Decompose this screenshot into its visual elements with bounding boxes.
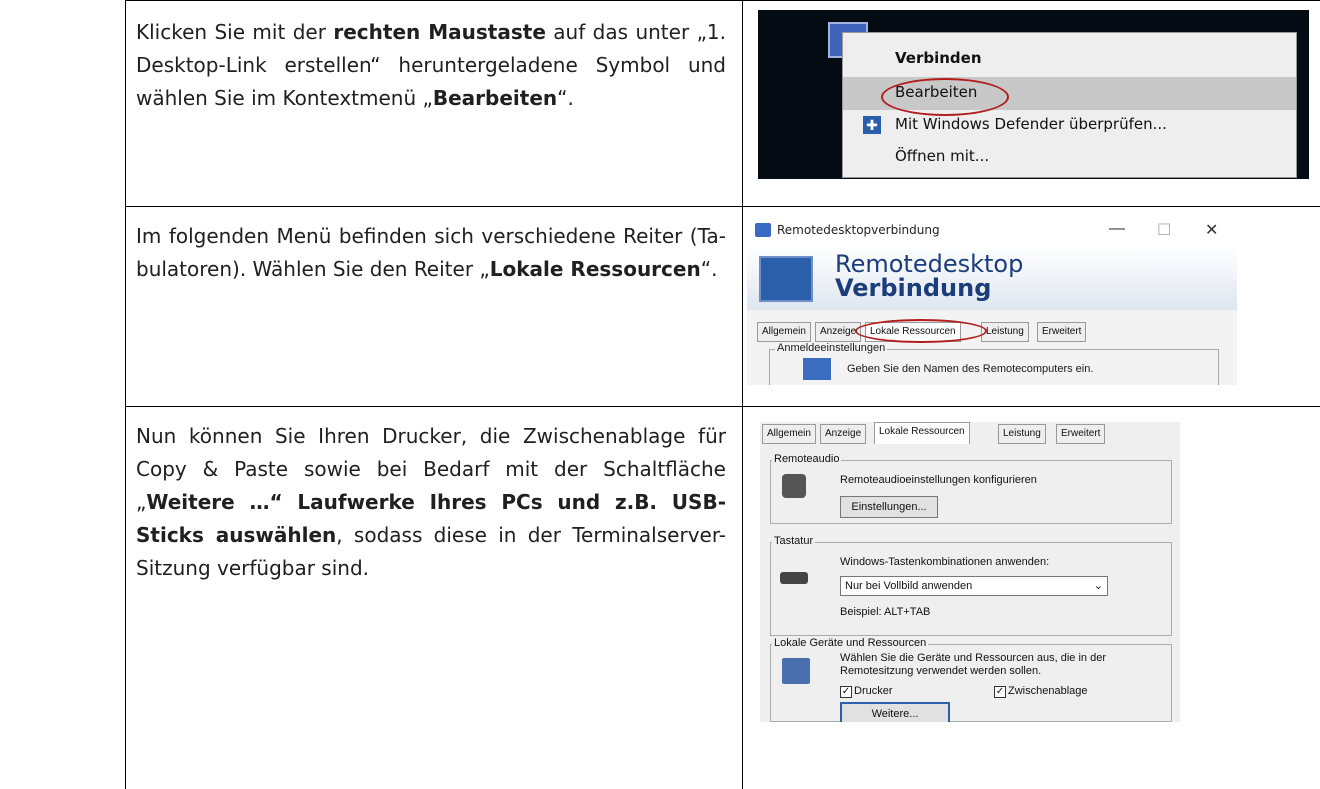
- tab-advanced[interactable]: Erweitert: [1037, 322, 1087, 342]
- printer-icon: [782, 658, 810, 684]
- highlight-circle: [881, 78, 1009, 116]
- banner-title-line2: Verbindung: [835, 274, 992, 302]
- menu-item-connect[interactable]: Verbinden: [895, 49, 982, 67]
- table-border-row1: [125, 206, 1320, 207]
- computer-icon: [803, 358, 831, 380]
- devices-text-line1: Wählen Sie die Geräte und Ressourcen aus…: [840, 652, 1106, 664]
- tab-advanced[interactable]: Erweitert: [1056, 424, 1106, 444]
- chevron-down-icon: ⌄: [1093, 580, 1103, 592]
- audio-settings-button[interactable]: Einstellungen...: [840, 496, 938, 518]
- table-border-middle: [742, 0, 743, 789]
- speaker-icon: [782, 474, 806, 498]
- table-border-left: [125, 0, 126, 789]
- keyboard-group-label: Tastatur: [772, 535, 816, 547]
- tab-general[interactable]: Allgemein: [762, 424, 816, 444]
- instruction-step-2: Im folgenden Menü befinden sich verschie…: [136, 224, 726, 281]
- shield-icon: ✚: [863, 116, 881, 134]
- audio-text: Remoteaudioeinstellungen konfigurieren: [840, 474, 1037, 486]
- devices-group-label: Lokale Geräte und Ressourcen: [772, 637, 929, 649]
- more-button[interactable]: Weitere...: [840, 702, 950, 722]
- table-border-top: [125, 0, 1320, 1]
- clipboard-label: Zwischenablage: [1008, 685, 1088, 697]
- audio-group-label: Remoteaudio: [772, 453, 842, 465]
- table-border-row2: [125, 406, 1320, 407]
- emphasis-local-resources: Lokale Ressourcen: [489, 257, 701, 281]
- emphasis-right-click: rechten Maustaste: [333, 20, 546, 44]
- printer-label: Drucker: [854, 685, 893, 697]
- app-icon: [755, 223, 771, 237]
- highlight-circle: [855, 319, 987, 343]
- tab-display[interactable]: Anzeige: [815, 322, 862, 342]
- keyboard-shortcut-select[interactable]: Nur bei Vollbild anwenden ⌄: [840, 576, 1108, 596]
- tab-local-resources[interactable]: Lokale Ressourcen: [874, 422, 970, 444]
- tab-performance[interactable]: Leistung: [998, 424, 1046, 444]
- clipboard-checkbox[interactable]: ✓: [994, 686, 1006, 698]
- window-titlebar: Remotedesktopverbindung — ☐ ✕: [747, 218, 1237, 246]
- context-menu: Verbinden Bearbeiten ✚ Mit Windows Defen…: [842, 32, 1297, 178]
- context-menu-screenshot: Verbinden Bearbeiten ✚ Mit Windows Defen…: [758, 10, 1309, 179]
- keyboard-example: Beispiel: ALT+TAB: [840, 606, 931, 618]
- menu-item-defender-scan[interactable]: Mit Windows Defender überprüfen...: [895, 115, 1167, 133]
- tab-performance[interactable]: Leistung: [981, 322, 1029, 342]
- keyboard-icon: [780, 572, 808, 584]
- monitor-icon: [759, 256, 813, 302]
- instruction-step-1: Klicken Sie mit der rechten Maustaste au…: [136, 20, 727, 110]
- audio-group: [770, 460, 1172, 524]
- remote-desktop-screenshot: Remotedesktopverbindung — ☐ ✕ Remotedesk…: [747, 218, 1237, 385]
- printer-checkbox[interactable]: ✓: [840, 686, 852, 698]
- local-resources-screenshot: Allgemein Anzeige Lokale Ressourcen Leis…: [760, 422, 1180, 722]
- emphasis-edit: Bearbeiten: [432, 86, 558, 110]
- window-title: Remotedesktopverbindung: [777, 223, 940, 237]
- tab-display[interactable]: Anzeige: [820, 424, 867, 444]
- keyboard-text: Windows-Tastenkombinationen anwenden:: [840, 556, 1050, 568]
- login-settings-text: Geben Sie den Namen des Remotecomputers …: [847, 363, 1094, 375]
- menu-item-open-with[interactable]: Öffnen mit...: [895, 147, 989, 165]
- login-settings-label: Anmeldeeinstellungen: [775, 342, 888, 354]
- close-icon[interactable]: ✕: [1205, 220, 1218, 240]
- tab-general[interactable]: Allgemein: [757, 322, 811, 342]
- instruction-step-3: Nun können Sie Ihren Drucker, die Zwisch…: [136, 424, 726, 580]
- devices-text-line2: Remotesitzung verwendet werden sollen.: [840, 665, 1042, 677]
- maximize-icon[interactable]: ☐: [1157, 220, 1171, 240]
- minimize-icon[interactable]: —: [1109, 220, 1125, 238]
